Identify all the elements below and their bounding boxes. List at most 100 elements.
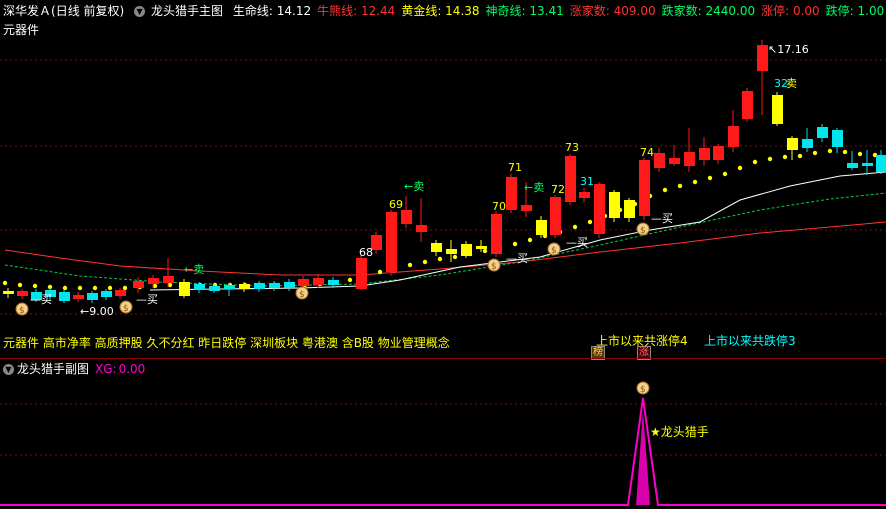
buy-label-0: —买 [30,293,52,306]
candle-body-43 [654,153,665,168]
gold-dot-1 [17,282,23,288]
buy-label-3: —买 [566,236,588,249]
gold-dot-27 [407,262,413,268]
candle-body-44 [669,158,680,164]
candle-body-15 [224,285,235,289]
arrow-sell-label-1: ←卖 [404,180,424,193]
gold-dot-46 [692,179,698,185]
candle-body-49 [742,91,753,119]
sub-header: ▼ 龙头猎手副图 XG: 0.00 [3,361,145,377]
gold-dot-38 [572,224,578,230]
candle-body-18 [269,283,280,288]
gold-dot-53 [797,153,803,159]
candle-body-42 [639,160,650,216]
candle-body-37 [565,156,576,202]
gold-dot-6 [92,285,98,291]
dragon-hunter-signal-label: ★龙头猎手 [650,425,709,439]
candle-body-40 [609,192,620,218]
gold-dot-52 [782,154,788,160]
arrow-sell-label-2: ←卖 [524,181,544,194]
sub-indicator-name[interactable]: 龙头猎手副图 [17,362,89,376]
gold-dot-29 [437,256,443,262]
candle-number-0: 68 [359,246,373,259]
candle-body-5 [73,295,84,299]
money-bag-icon-glyph: $ [491,262,497,272]
candle-body-51 [772,95,783,124]
limit-down-count: 上市以来共跌停3 [704,334,796,348]
candle-number-2: 70 [492,200,506,213]
gold-dot-44 [662,187,668,193]
candle-body-1 [17,291,28,296]
xg-signal-line [0,397,886,506]
xg-value: 0.00 [118,362,146,376]
candle-number-6: 31 [580,175,594,188]
gold-dot-51 [767,156,773,162]
candle-body-32 [491,214,502,254]
candle-body-13 [194,284,205,290]
candle-body-50 [757,45,768,71]
gold-dot-2 [32,283,38,289]
gold-dot-25 [377,269,383,275]
buy-label-4: —买 [651,212,673,225]
chevron-down-icon[interactable]: ▼ [3,364,14,375]
candle-body-58 [876,155,886,172]
candle-body-27 [416,225,427,232]
candle-number-3: 71 [508,161,522,174]
price-low-label: ←9.00 [80,305,114,318]
gold-dot-47 [707,175,713,181]
gold-dot-0 [2,280,8,286]
candle-body-53 [802,139,813,148]
sell-label-0: 卖 [786,77,797,90]
gold-dot-56 [842,149,848,155]
money-bag-icon-glyph: $ [551,246,557,256]
gold-dot-34 [512,241,518,247]
money-bag-icon-glyph: $ [640,226,646,236]
buy-label-1: —买 [136,293,158,306]
gold-dot-4 [62,285,68,291]
candle-body-11 [163,276,174,283]
candle-body-25 [386,212,397,272]
candle-body-22 [328,280,339,285]
gold-dot-48 [722,171,728,177]
candle-body-6 [87,293,98,300]
candle-body-45 [684,152,695,166]
candle-body-23 [356,258,367,289]
money-bag-icon-glyph: $ [640,385,646,395]
gold-dot-50 [752,159,758,165]
candle-body-4 [59,292,70,301]
gold-dot-23 [347,277,353,283]
candle-body-9 [133,281,144,288]
money-bag-icon-glyph: $ [123,304,129,314]
gold-dot-5 [77,285,83,291]
candle-body-41 [624,200,635,218]
candle-body-10 [148,278,159,284]
candle-body-14 [209,286,220,291]
candle-body-48 [728,126,739,147]
candle-body-12 [179,282,190,296]
candle-body-46 [699,148,710,160]
candle-number-1: 69 [389,198,403,211]
candlestick-chart[interactable]: 6869 70717273317432↖17.16←9.00—买 —买—买—买—买卖… [0,0,886,509]
gold-dot-7 [107,285,113,291]
magic-line [4,192,886,287]
candle-body-0 [3,291,14,294]
candle-body-36 [550,197,561,235]
gold-dot-8 [122,285,128,291]
gold-dot-57 [857,151,863,157]
concept-tags: 元器件 高市净率 高质押股 久不分红 昨日跌停 深圳板块 粤港澳 含B股 物业管… [3,336,450,350]
money-bag-icon-glyph: $ [299,290,305,300]
candle-body-47 [713,146,724,160]
candle-number-5: 73 [565,141,579,154]
pane-divider[interactable] [0,358,886,359]
money-bag-icon-glyph: $ [19,306,25,316]
candle-body-30 [461,244,472,256]
gold-dot-28 [422,259,428,265]
candle-number-7: 74 [640,146,654,159]
candle-body-38 [579,192,590,198]
candle-body-20 [298,279,309,286]
gold-dot-54 [812,150,818,156]
candle-body-26 [401,210,412,224]
candle-body-35 [536,220,547,235]
candle-body-56 [847,163,858,168]
candle-body-39 [594,184,605,234]
